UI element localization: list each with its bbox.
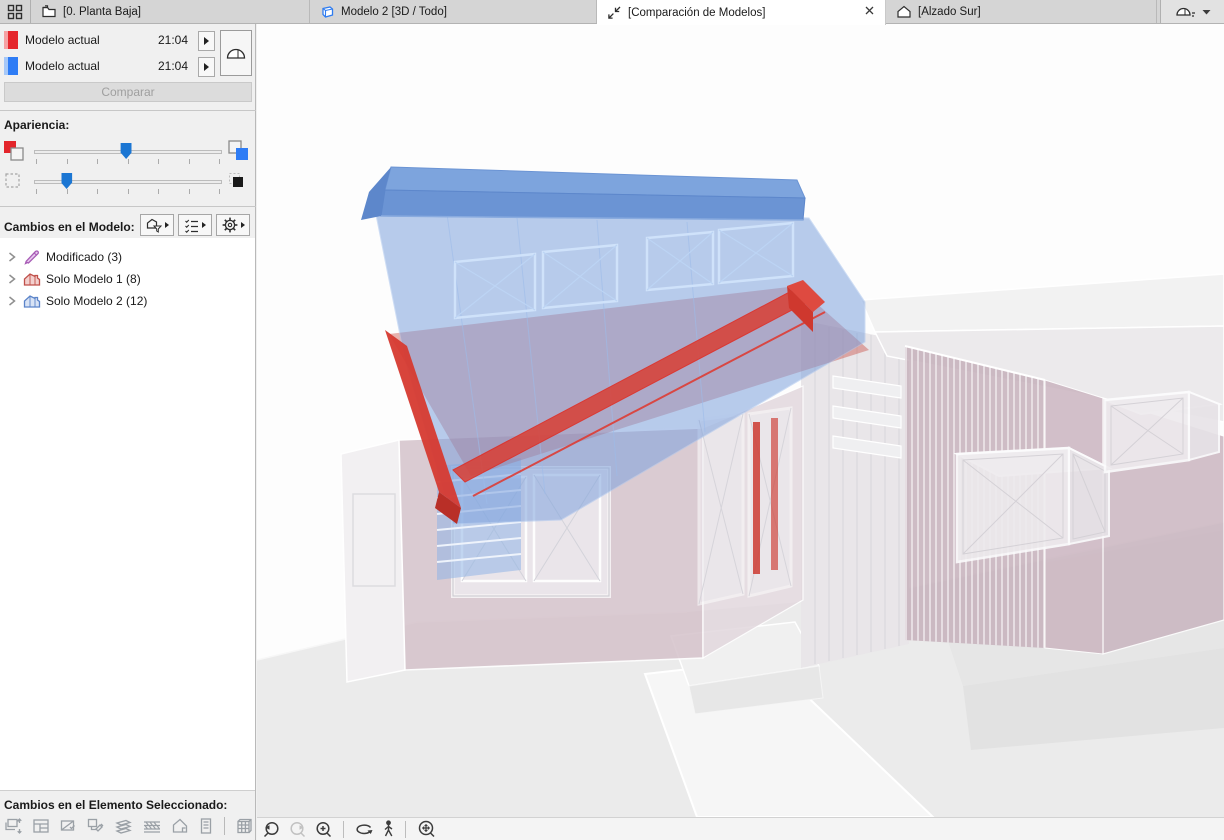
separator bbox=[0, 110, 256, 111]
filter-changes-button[interactable] bbox=[140, 214, 174, 236]
notes-document-icon[interactable] bbox=[198, 817, 214, 835]
model-2-time: 21:04 bbox=[148, 59, 188, 73]
red-model-front-icon bbox=[3, 140, 27, 164]
model-comparison-viewport[interactable] bbox=[257, 24, 1224, 817]
model-comparison-panel: Modelo actual 21:04 Modelo actual 21:04 … bbox=[0, 24, 256, 840]
tab-overview-grid-icon bbox=[7, 4, 23, 20]
model-changes-tree bbox=[0, 238, 255, 790]
chevron-right-icon[interactable] bbox=[7, 251, 19, 263]
filter-house-icon bbox=[146, 218, 162, 233]
chevron-right-icon[interactable] bbox=[7, 273, 19, 285]
model-1-row[interactable]: Modelo actual 21:04 bbox=[0, 30, 256, 52]
transparency-slider[interactable] bbox=[34, 180, 222, 184]
red-house-icon bbox=[23, 272, 41, 287]
blue-model-front-icon bbox=[228, 140, 252, 164]
model-2-row[interactable]: Modelo actual 21:04 bbox=[0, 56, 256, 78]
tab-bar: [0. Planta Baja] Modelo 2 [3D / Todo] [C… bbox=[0, 0, 1224, 24]
story-icon bbox=[41, 4, 57, 19]
close-tab-icon[interactable] bbox=[864, 5, 875, 19]
3d-cube-icon bbox=[320, 4, 335, 19]
element-info-toolbar bbox=[4, 817, 254, 835]
model-1-color-swatch bbox=[4, 31, 18, 49]
tab-label: [Comparación de Modelos] bbox=[628, 7, 765, 19]
tab-planta-baja[interactable]: [0. Planta Baja] bbox=[31, 0, 310, 23]
hatch-fill-icon[interactable] bbox=[142, 817, 162, 835]
color-balance-slider[interactable] bbox=[34, 150, 222, 154]
schedule-grid-icon[interactable] bbox=[235, 817, 254, 835]
elevation-house-icon bbox=[896, 5, 912, 19]
tree-item-modificado[interactable]: Modificado (3) bbox=[0, 246, 255, 268]
fit-in-window-icon[interactable] bbox=[416, 819, 436, 839]
toolbar-separator bbox=[224, 817, 225, 835]
transparent-square-icon bbox=[4, 172, 28, 196]
renovation-status-icon[interactable] bbox=[59, 817, 77, 835]
tab-comparacion-modelos[interactable]: [Comparación de Modelos] bbox=[597, 0, 886, 25]
color-balance-slider-handle[interactable] bbox=[121, 143, 132, 159]
orbit-icon[interactable] bbox=[354, 821, 375, 838]
pick-3d-view-button[interactable] bbox=[220, 30, 252, 76]
3d-navigation-toolbar bbox=[257, 817, 1224, 840]
tree-item-label: Solo Modelo 1 (8) bbox=[46, 272, 141, 286]
tab-label: Modelo 2 [3D / Todo] bbox=[341, 6, 447, 18]
opaque-square-icon bbox=[228, 172, 252, 196]
toolbar-separator bbox=[343, 821, 344, 838]
transparency-slider-handle[interactable] bbox=[61, 173, 72, 189]
model-1-source-menu-button[interactable] bbox=[198, 31, 215, 51]
model-changes-label: Cambios en el Modelo: bbox=[4, 220, 135, 234]
3d-view-list-dropdown-icon bbox=[1175, 4, 1197, 20]
tab-modelo2-3d[interactable]: Modelo 2 [3D / Todo] bbox=[310, 0, 597, 23]
separator bbox=[0, 206, 256, 207]
tab-label: [Alzado Sur] bbox=[918, 6, 981, 18]
zoom-in-icon[interactable] bbox=[314, 820, 333, 839]
zoom-back-icon[interactable] bbox=[262, 820, 281, 839]
toolbar-separator bbox=[405, 821, 406, 838]
model-1-time: 21:04 bbox=[148, 33, 188, 47]
checklist-icon bbox=[184, 218, 199, 233]
slider-ticks bbox=[36, 189, 220, 195]
tree-item-label: Modificado (3) bbox=[46, 250, 122, 264]
compare-button[interactable]: Comparar bbox=[4, 82, 252, 102]
selected-element-section: Cambios en el Elemento Seleccionado: bbox=[0, 790, 255, 840]
dome-3d-view-icon bbox=[225, 44, 247, 62]
view-switcher-button[interactable] bbox=[1160, 0, 1224, 23]
tab-label: [0. Planta Baja] bbox=[63, 6, 141, 18]
layers-icon[interactable] bbox=[114, 817, 133, 835]
right-wing[interactable] bbox=[861, 274, 1224, 654]
tab-overview-button[interactable] bbox=[0, 0, 31, 23]
tree-item-label: Solo Modelo 2 (12) bbox=[46, 294, 147, 308]
recessed-core[interactable] bbox=[801, 320, 909, 668]
color-balance-slider-row bbox=[0, 138, 256, 168]
stacked-settings-icon[interactable] bbox=[4, 817, 23, 835]
blue-roof-cap[interactable] bbox=[361, 167, 805, 220]
slider-ticks bbox=[36, 159, 220, 165]
transparency-slider-row bbox=[0, 168, 256, 198]
house-icon[interactable] bbox=[171, 817, 189, 835]
application-window: [0. Planta Baja] Modelo 2 [3D / Todo] [C… bbox=[0, 0, 1224, 840]
chevron-right-icon[interactable] bbox=[7, 295, 19, 307]
transfer-settings-brush-icon[interactable] bbox=[86, 817, 105, 835]
model-2-source-menu-button[interactable] bbox=[198, 57, 215, 77]
tree-item-solo-modelo-1[interactable]: Solo Modelo 1 (8) bbox=[0, 268, 255, 290]
model-2-name: Modelo actual bbox=[25, 59, 100, 73]
appearance-label: Apariencia: bbox=[4, 118, 69, 132]
chevron-down-icon bbox=[1202, 9, 1211, 15]
zoom-forward-icon[interactable] bbox=[288, 820, 307, 839]
settings-button[interactable] bbox=[216, 214, 250, 236]
gear-icon bbox=[222, 217, 238, 233]
selected-element-label: Cambios en el Elemento Seleccionado: bbox=[4, 798, 227, 812]
model-2-color-swatch bbox=[4, 57, 18, 75]
walk-icon[interactable] bbox=[382, 820, 395, 838]
blue-house-icon bbox=[23, 294, 41, 309]
compare-arrows-icon bbox=[607, 5, 622, 20]
3d-viewport-area bbox=[257, 24, 1224, 840]
criteria-list-button[interactable] bbox=[178, 214, 212, 236]
tree-item-solo-modelo-2[interactable]: Solo Modelo 2 (12) bbox=[0, 290, 255, 312]
window-grid-icon[interactable] bbox=[32, 817, 50, 835]
model-1-name: Modelo actual bbox=[25, 33, 100, 47]
pencil-icon bbox=[23, 249, 41, 265]
tab-alzado-sur[interactable]: [Alzado Sur] bbox=[886, 0, 1157, 23]
